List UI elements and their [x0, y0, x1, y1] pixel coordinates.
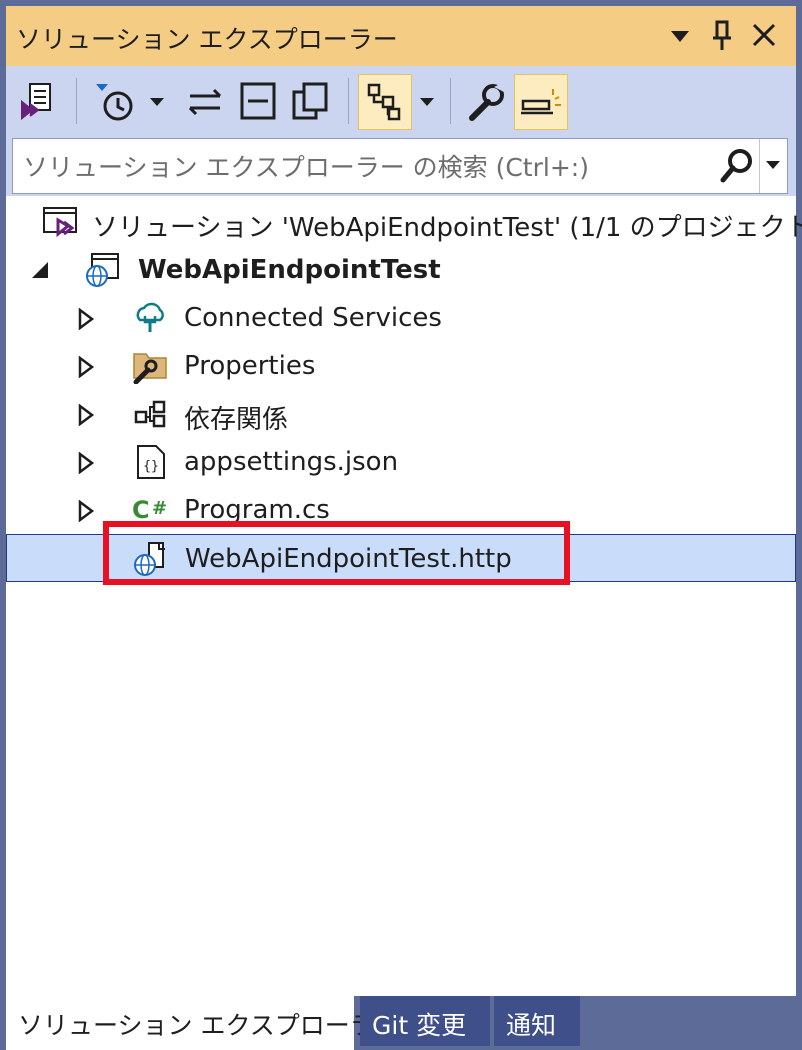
- tree-item-program[interactable]: C # Program.cs: [6, 486, 796, 534]
- tree-item-connected-services[interactable]: Connected Services: [6, 294, 796, 342]
- tree-item-label: 依存関係: [184, 405, 289, 435]
- toolbar-separator: [76, 78, 77, 124]
- tree-item-dependencies[interactable]: 依存関係: [6, 390, 796, 438]
- tree-item-http-file[interactable]: WebApiEndpointTest.http: [6, 534, 796, 582]
- dropdown-arrow-icon[interactable]: [662, 16, 698, 56]
- solution-explorer-window: ソリューション エクスプローラー ソリューション エクスプローラー の検索 (C…: [6, 6, 802, 996]
- solution-icon: [42, 204, 78, 240]
- dependencies-icon: [132, 396, 168, 432]
- switch-views-icon[interactable]: [12, 74, 66, 130]
- collapse-all-icon[interactable]: [232, 74, 286, 130]
- toolbar-separator: [348, 78, 349, 124]
- dropdown-arrow-icon[interactable]: [144, 74, 172, 130]
- http-file-icon: [133, 541, 169, 577]
- tab-git-changes[interactable]: Git 変更: [360, 996, 490, 1046]
- bottom-tab-bar: ソリューション エクスプローラー Git 変更 通知: [0, 996, 802, 1050]
- close-icon[interactable]: [746, 16, 782, 56]
- tree-item-label: Connected Services: [184, 303, 442, 333]
- tab-solution-explorer[interactable]: ソリューション エクスプローラー: [6, 996, 400, 1050]
- csharp-file-icon: C #: [132, 492, 168, 528]
- search-box: [12, 138, 788, 195]
- svg-text:C: C: [132, 496, 150, 524]
- tab-label: ソリューション エクスプローラー: [18, 1011, 400, 1040]
- tab-notifications[interactable]: 通知: [494, 996, 580, 1046]
- tree-item-label: WebApiEndpointTest: [138, 255, 441, 285]
- dropdown-arrow-icon[interactable]: [414, 74, 442, 130]
- connected-services-icon: [132, 300, 168, 336]
- properties-wrench-icon[interactable]: [458, 74, 512, 130]
- tree-item-appsettings[interactable]: {} appsettings.json: [6, 438, 796, 486]
- window-title: ソリューション エクスプローラー: [16, 25, 398, 54]
- collapsed-triangle-icon[interactable]: [76, 451, 96, 475]
- collapsed-triangle-icon[interactable]: [76, 355, 96, 379]
- pin-icon[interactable]: [704, 16, 740, 56]
- search-bar: [6, 138, 796, 196]
- toolbar-separator: [450, 78, 451, 124]
- tab-label: Git 変更: [372, 1011, 467, 1040]
- tree-item-label: Properties: [184, 351, 316, 381]
- pending-changes-filter-icon[interactable]: [88, 74, 142, 130]
- tree-item-label: appsettings.json: [184, 447, 399, 477]
- tab-label: 通知: [506, 1011, 557, 1040]
- collapsed-triangle-icon[interactable]: [76, 499, 96, 523]
- view-hierarchy-icon[interactable]: [358, 74, 412, 130]
- tree-item-label: Program.cs: [184, 495, 330, 525]
- tree-item-project[interactable]: WebApiEndpointTest: [6, 246, 796, 294]
- sync-with-document-icon[interactable]: [178, 74, 232, 130]
- tree-item-solution[interactable]: ソリューション 'WebApiEndpointTest' (1/1 のプロジェク…: [6, 198, 802, 246]
- expanded-triangle-icon[interactable]: [30, 260, 50, 282]
- tree-item-label: WebApiEndpointTest.http: [185, 544, 512, 574]
- show-all-files-icon[interactable]: [286, 74, 340, 130]
- tree-item-properties[interactable]: Properties: [6, 342, 796, 390]
- properties-folder-icon: [132, 348, 168, 385]
- toolbar: [6, 66, 796, 138]
- svg-text:{}: {}: [143, 459, 159, 474]
- search-input[interactable]: [21, 139, 715, 195]
- collapsed-triangle-icon[interactable]: [76, 403, 96, 427]
- tree-item-label: ソリューション 'WebApiEndpointTest' (1/1 のプロジェク…: [92, 213, 802, 243]
- search-icon[interactable]: [719, 147, 755, 185]
- preview-selected-items-icon[interactable]: [514, 74, 568, 130]
- svg-text:#: #: [152, 498, 167, 519]
- web-project-icon: [84, 252, 120, 288]
- title-bar: ソリューション エクスプローラー: [6, 6, 796, 66]
- json-file-icon: {}: [132, 444, 168, 480]
- search-options-dropdown[interactable]: [759, 139, 788, 193]
- collapsed-triangle-icon[interactable]: [76, 307, 96, 331]
